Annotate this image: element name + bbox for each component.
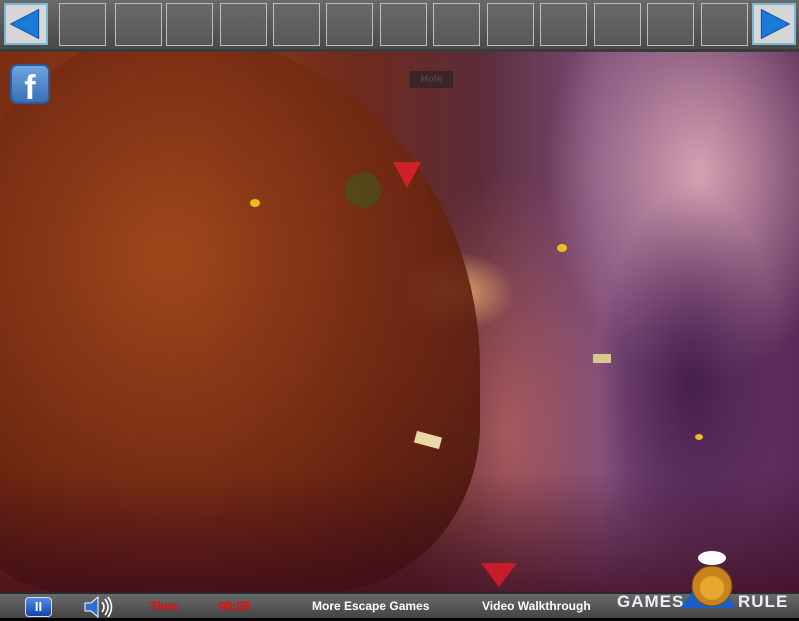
logo-text-games: GAMES [617, 592, 685, 611]
more-escape-games-link[interactable]: More Escape Games [312, 599, 429, 613]
inventory-slot-3[interactable] [166, 3, 213, 46]
inventory-slot-5[interactable] [273, 3, 320, 46]
inventory-slot-4[interactable] [220, 3, 267, 46]
yellow-leaf[interactable] [250, 199, 260, 207]
wall-sign-text: Hole [420, 74, 443, 85]
inventory-slot-10[interactable] [540, 3, 587, 46]
inventory-slot-6[interactable] [326, 3, 373, 46]
facebook-icon: f [24, 69, 36, 107]
video-walkthrough-link[interactable]: Video Walkthrough [482, 599, 591, 613]
inventory-slot-7[interactable] [380, 3, 427, 46]
navigate-back-arrow[interactable] [481, 563, 517, 587]
scroll-right-button[interactable] [752, 3, 796, 45]
inventory-bar [0, 0, 799, 52]
yellow-leaf[interactable] [695, 434, 703, 440]
navigate-forward-arrow[interactable] [393, 162, 421, 188]
right-arrow-icon [760, 8, 791, 40]
pause-button[interactable]: II [25, 597, 52, 617]
inventory-slot-2[interactable] [115, 3, 162, 46]
inventory-slot-12[interactable] [647, 3, 694, 46]
pause-icon: II [34, 599, 43, 614]
time-label: Time [150, 599, 178, 613]
sound-button[interactable] [83, 596, 115, 618]
left-arrow-icon [9, 8, 40, 40]
inventory-slot-11[interactable] [594, 3, 641, 46]
yellow-leaf[interactable] [557, 244, 567, 252]
green-disc-item[interactable] [345, 172, 381, 208]
wall-sign[interactable]: Hole [410, 71, 453, 88]
game-scene[interactable]: Hole f [0, 52, 799, 592]
scroll-left-button[interactable] [4, 3, 48, 45]
paper-scrap[interactable] [593, 354, 611, 363]
inventory-slot-9[interactable] [487, 3, 534, 46]
inventory-slot-1[interactable] [59, 3, 106, 46]
inventory-slot-8[interactable] [433, 3, 480, 46]
time-value: 00:09 [219, 599, 250, 613]
facebook-button[interactable]: f [10, 64, 50, 107]
logo-text-rule: RULE [738, 592, 789, 611]
inventory-slot-13[interactable] [701, 3, 748, 46]
